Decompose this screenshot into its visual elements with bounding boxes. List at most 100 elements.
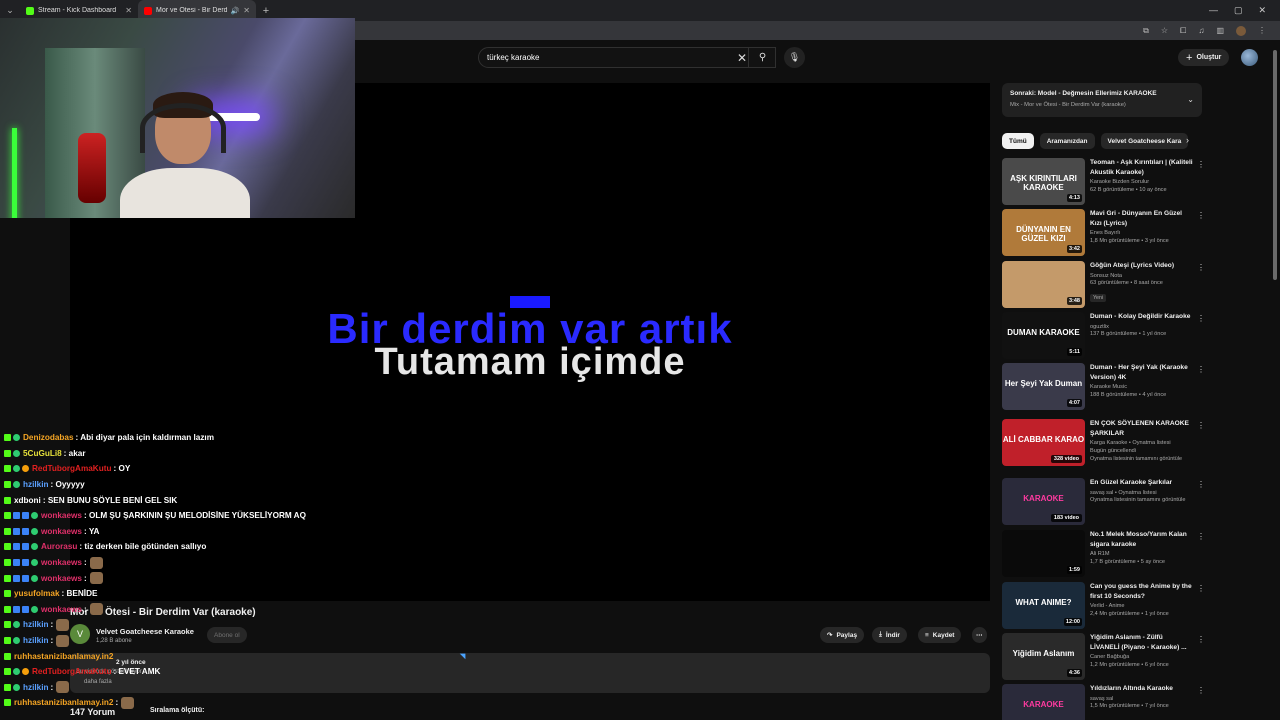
chip-channel[interactable]: Velvet Goatcheese Kara [1100, 133, 1189, 149]
video-thumbnail[interactable]: KARAOKE [1002, 684, 1085, 720]
channel-name[interactable]: Caner Bağbuğa [1090, 654, 1194, 660]
channel-name[interactable]: savaş sal • Oynatma listesi [1090, 490, 1194, 496]
chat-username[interactable]: hzilkin [23, 636, 48, 645]
up-next-panel[interactable]: Sonraki: Model - Değmesin Ellerimiz KARA… [1002, 83, 1202, 117]
clear-search-icon[interactable]: ✕ [737, 51, 747, 65]
media-icon[interactable]: ♫ [1198, 26, 1204, 35]
bookmark-star-icon[interactable]: ☆ [1161, 26, 1168, 35]
recommended-video[interactable]: AŞK KIRINTILARI KARAOKE 4:13 Teoman - Aşk … [1002, 158, 1205, 206]
channel-name[interactable]: oguztlix [1090, 324, 1194, 330]
more-options-icon[interactable]: ⋮ [1197, 314, 1205, 323]
minimize-icon[interactable]: — [1209, 5, 1218, 16]
video-title[interactable]: No.1 Melek Mosso/Yarım Kalan sigara kara… [1090, 530, 1194, 549]
video-title[interactable]: EN ÇOK SÖYLENEN KARAOKE ŞARKILAR [1090, 419, 1194, 438]
chat-username[interactable]: wonkaews [41, 511, 82, 520]
video-title[interactable]: En Güzel Karaoke Şarkılar [1090, 478, 1194, 488]
view-full-playlist-link[interactable]: Oynatma listesinin tamamını görüntüle [1090, 456, 1194, 462]
video-title[interactable]: Göğün Ateşi (Lyrics Video) [1090, 261, 1194, 271]
microphone-icon[interactable]: 🎙 [784, 47, 805, 68]
more-options-icon[interactable]: ⋮ [1197, 160, 1205, 169]
video-title[interactable]: Yıldızların Altında Karaoke [1090, 684, 1194, 694]
chat-username[interactable]: wonkaews [41, 527, 82, 536]
download-button[interactable]: ⤓ İndir [872, 627, 907, 643]
video-thumbnail[interactable]: 1:59 [1002, 530, 1085, 577]
chat-username[interactable]: Denizodabas [23, 433, 74, 442]
video-thumbnail[interactable]: Her Şeyi Yak Duman 4:07 [1002, 363, 1085, 410]
more-options-icon[interactable]: ⋮ [1197, 635, 1205, 644]
search-input[interactable]: türkeç karaoke ✕ [478, 47, 776, 68]
video-title[interactable]: Yiğidim Aslanım - Zülfü LİVANELİ (Piyano… [1090, 633, 1194, 652]
maximize-icon[interactable]: ▢ [1234, 5, 1243, 16]
scrollbar-thumb[interactable] [1273, 50, 1277, 280]
create-button[interactable]: + Oluştur [1178, 49, 1230, 66]
channel-name[interactable]: Ali R1M [1090, 551, 1194, 557]
more-actions-button[interactable]: ⋯ [972, 627, 987, 643]
channel-name[interactable]: Enes Bayırlı [1090, 230, 1194, 236]
close-tab-icon[interactable]: ✕ [125, 6, 132, 15]
recommended-video[interactable]: Her Şeyi Yak Duman 4:07 Duman - Her Şeyi Y… [1002, 363, 1205, 411]
chip-from-search[interactable]: Aramanızdan [1039, 133, 1095, 149]
chat-username[interactable]: yusufolmak [14, 589, 60, 598]
profile-avatar[interactable] [1236, 25, 1246, 36]
video-thumbnail[interactable]: DUMAN KARAOKE 5:11 [1002, 312, 1085, 359]
video-title[interactable]: Duman - Kolay Değildir Karaoke [1090, 312, 1194, 322]
video-thumbnail[interactable]: ALİ CABBAR KARAO 328 video [1002, 419, 1085, 466]
chat-username[interactable]: hzilkin [23, 620, 48, 629]
more-options-icon[interactable]: ⋮ [1197, 480, 1205, 489]
sidepanel-icon[interactable]: ▥ [1216, 26, 1224, 35]
extensions-icon[interactable]: ⧠ [1180, 26, 1186, 36]
chevron-down-icon[interactable]: ⌄ [1187, 95, 1194, 104]
chat-username[interactable]: wonkaews [41, 558, 82, 567]
video-thumbnail[interactable]: DÜNYANIN EN GÜZEL KIZI 3:42 [1002, 209, 1085, 256]
chat-username[interactable]: xdboni [14, 496, 41, 505]
chat-username[interactable]: ruhhastanizibanlamay.in2 [14, 652, 114, 661]
channel-name[interactable]: Karaoke Bizden Sorulur [1090, 179, 1194, 185]
speaker-icon[interactable]: 🔊 [231, 7, 240, 15]
chat-username[interactable]: hzilkin [23, 683, 48, 692]
chat-username[interactable]: wonkaews [41, 605, 82, 614]
channel-name[interactable]: Karga Karaoke • Oynatma listesi [1090, 440, 1194, 446]
share-button[interactable]: ↷ Paylaş [820, 627, 865, 643]
video-title[interactable]: Mavi Gri - Dünyanın En Güzel Kızı (Lyric… [1090, 209, 1194, 228]
recommended-video[interactable]: 3:48 Göğün Ateşi (Lyrics Video) Sonsuz Not… [1002, 261, 1205, 309]
channel-name[interactable]: Verlid - Anime [1090, 603, 1194, 609]
chat-username[interactable]: RedTuborgAmaKutu [32, 667, 111, 676]
video-title[interactable]: Teoman - Aşk Kırıntıları | (Kaliteli Aku… [1090, 158, 1194, 177]
recommended-video[interactable]: 1:59 No.1 Melek Mosso/Yarım Kalan sigara … [1002, 530, 1205, 578]
recommended-video[interactable]: ALİ CABBAR KARAO 328 video EN ÇOK SÖYLENEN… [1002, 419, 1205, 467]
new-tab-button[interactable]: + [256, 5, 276, 17]
page-scrollbar[interactable] [1272, 40, 1278, 720]
chat-username[interactable]: wonkaews [41, 574, 82, 583]
recommended-video[interactable]: DUMAN KARAOKE 5:11 Duman - Kolay Değildir … [1002, 312, 1205, 360]
chevron-right-icon[interactable]: › [1186, 135, 1189, 145]
recommended-video[interactable]: DÜNYANIN EN GÜZEL KIZI 3:42 Mavi Gri - Dün… [1002, 209, 1205, 257]
chat-username[interactable]: 5CuGuLi8 [23, 449, 62, 458]
chat-username[interactable]: hzilkin [23, 480, 48, 489]
video-title[interactable]: Can you guess the Anime by the first 10 … [1090, 582, 1194, 601]
channel-name[interactable]: savaş sal [1090, 696, 1194, 702]
more-options-icon[interactable]: ⋮ [1197, 211, 1205, 220]
recommended-video[interactable]: WHAT ANIME? 12:00 Can you guess the Anime … [1002, 582, 1205, 630]
video-thumbnail[interactable]: AŞK KIRINTILARI KARAOKE 4:13 [1002, 158, 1085, 205]
recommended-video[interactable]: KARAOKE Yıldızların Altında Karaoke savaş … [1002, 684, 1205, 720]
video-thumbnail[interactable]: Yiğidim Aslanım 4:36 [1002, 633, 1085, 680]
video-title[interactable]: Duman - Her Şeyi Yak (Karaoke Version) 4… [1090, 363, 1194, 382]
recommended-video[interactable]: Yiğidim Aslanım 4:36 Yiğidim Aslanım - Zül… [1002, 633, 1205, 681]
close-window-icon[interactable]: ✕ [1258, 5, 1266, 16]
video-thumbnail[interactable]: 3:48 [1002, 261, 1085, 308]
chip-all[interactable]: Tümü [1002, 133, 1034, 149]
browser-menu-icon[interactable]: ⋮ [1258, 26, 1266, 35]
account-avatar[interactable] [1241, 49, 1258, 66]
more-options-icon[interactable]: ⋮ [1197, 263, 1205, 272]
more-options-icon[interactable]: ⋮ [1197, 584, 1205, 593]
save-button[interactable]: ≡ Kaydet [918, 627, 962, 643]
chat-username[interactable]: ruhhastanizibanlamay.in2 [14, 698, 114, 707]
more-options-icon[interactable]: ⋮ [1197, 532, 1205, 541]
video-thumbnail[interactable]: WHAT ANIME? 12:00 [1002, 582, 1085, 629]
more-options-icon[interactable]: ⋮ [1197, 686, 1205, 695]
channel-name[interactable]: Karaoke Music [1090, 384, 1194, 390]
search-icon[interactable]: ⚲ [748, 47, 776, 68]
chat-username[interactable]: Aurorasu [41, 542, 77, 551]
video-thumbnail[interactable]: KARAOKE 183 video [1002, 478, 1085, 525]
install-icon[interactable]: ⧉ [1143, 26, 1149, 36]
